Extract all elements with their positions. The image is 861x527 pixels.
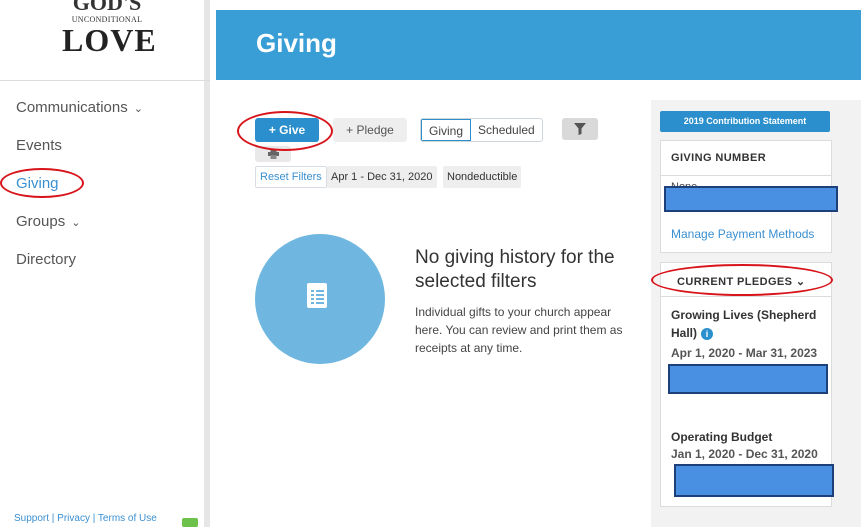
sidebar: GOD'S UNCONDITIONAL LOVE Communications ⌄… xyxy=(0,0,210,527)
pledge-name[interactable]: Growing Lives (Shepherd Hall) i xyxy=(671,306,831,342)
empty-state-description: Individual gifts to your church appear h… xyxy=(415,305,623,355)
footer-links[interactable]: Support | Privacy | Terms of Use xyxy=(14,513,157,524)
filter-button[interactable] xyxy=(562,118,598,140)
print-button[interactable] xyxy=(255,146,291,162)
empty-state-title: No giving history for the selected filte… xyxy=(415,247,615,292)
document-icon xyxy=(307,283,327,308)
print-icon xyxy=(267,149,279,159)
filter-icon xyxy=(574,123,586,135)
giving-number-heading: GIVING NUMBER xyxy=(671,152,767,164)
sidebar-item-label: Communications xyxy=(16,99,128,116)
give-button[interactable]: + Give xyxy=(255,118,319,142)
redaction-box xyxy=(674,464,834,497)
info-icon[interactable]: i xyxy=(701,328,714,340)
sidebar-item-events[interactable]: Events xyxy=(16,137,62,154)
date-range-filter[interactable]: Apr 1 - Dec 31, 2020 xyxy=(327,166,437,188)
sidebar-item-directory[interactable]: Directory xyxy=(16,251,76,268)
redaction-box xyxy=(668,364,828,394)
current-pledges-toggle[interactable]: CURRENT PLEDGES ⌄ xyxy=(677,275,805,288)
page-title: Giving xyxy=(256,28,337,58)
sidebar-item-label: Directory xyxy=(16,251,77,268)
empty-state-illustration xyxy=(255,234,385,364)
status-badge xyxy=(182,518,198,527)
pledge-date-range: Apr 1, 2020 - Mar 31, 2023 xyxy=(671,346,818,360)
card-divider xyxy=(661,296,831,297)
sidebar-item-giving[interactable]: Giving xyxy=(16,175,59,192)
reset-filters-link[interactable]: Reset Filters xyxy=(255,166,327,188)
sidebar-item-communications[interactable]: Communications ⌄ xyxy=(16,99,143,116)
sidebar-divider xyxy=(0,80,210,81)
pledge-date-range: Jan 1, 2020 - Dec 31, 2020 xyxy=(671,447,818,461)
sidebar-item-label: Events xyxy=(16,137,62,154)
tab-scheduled[interactable]: Scheduled xyxy=(471,119,542,141)
manage-payment-methods-link[interactable]: Manage Payment Methods xyxy=(671,227,814,241)
pledge-name-text: Growing Lives (Shepherd Hall) xyxy=(671,308,817,340)
chevron-down-icon: ⌄ xyxy=(71,217,81,229)
logo-top-text: GOD'S xyxy=(72,0,142,15)
sidebar-item-groups[interactable]: Groups ⌄ xyxy=(16,213,80,230)
redaction-box xyxy=(664,186,838,212)
chevron-down-icon: ⌄ xyxy=(133,103,143,115)
logo-bottom-text: LOVE xyxy=(62,22,157,58)
giving-view-toggle: Giving Scheduled xyxy=(420,118,543,142)
type-filter[interactable]: Nondeductible xyxy=(443,166,522,188)
sidebar-item-label: Giving xyxy=(16,175,59,192)
contribution-statement-button[interactable]: 2019 Contribution Statement xyxy=(660,111,830,132)
sidebar-item-label: Groups xyxy=(16,213,66,230)
page-header: Giving xyxy=(216,10,861,80)
pledge-name[interactable]: Operating Budget xyxy=(671,428,831,446)
church-logo[interactable]: GOD'S UNCONDITIONAL LOVE xyxy=(62,0,157,60)
pledge-button[interactable]: + Pledge xyxy=(333,118,407,142)
tab-giving[interactable]: Giving xyxy=(421,119,472,141)
card-divider xyxy=(661,175,831,176)
